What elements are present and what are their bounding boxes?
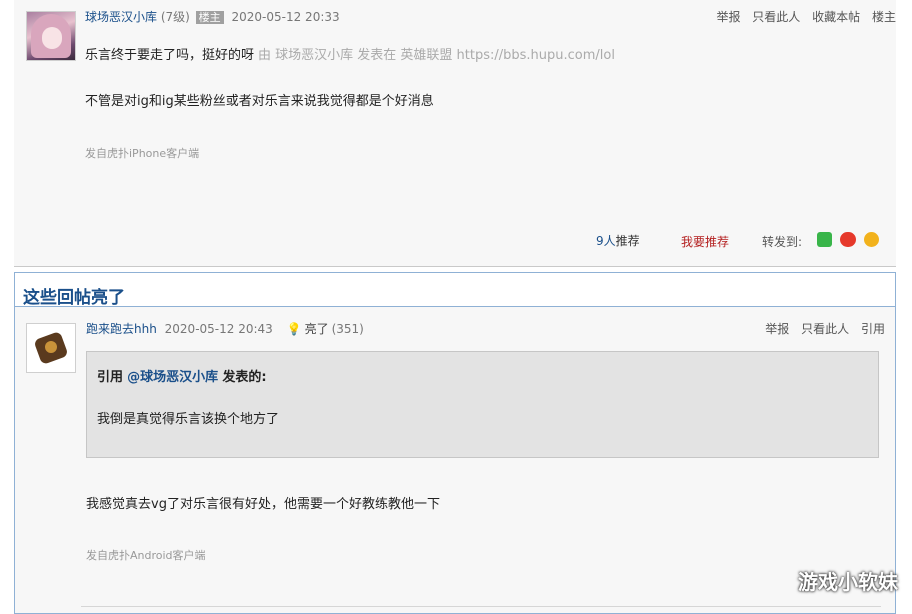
avatar-item-detail — [45, 341, 57, 353]
quote-user-link[interactable]: @球场恶汉小库 — [127, 370, 218, 385]
highlights-title: 这些回帖亮了 — [23, 288, 125, 308]
qzone-icon[interactable] — [863, 232, 879, 247]
post-actions: 举报 只看此人 收藏本帖 楼主 — [708, 8, 896, 25]
watermark: 游戏小软妹 — [798, 570, 898, 594]
quote-body: 我倒是真觉得乐言该换个地方了 — [97, 412, 280, 427]
avatar-face — [42, 27, 62, 49]
post-meta: 球场恶汉小库 (7级) 楼主 2020-05-12 20:33 — [85, 8, 340, 25]
favorite-link[interactable]: 收藏本帖 — [812, 10, 860, 24]
only-this-user-link[interactable]: 只看此人 — [752, 10, 800, 24]
reply-author-avatar[interactable] — [26, 323, 76, 373]
quote-header: 引用 @球场恶汉小库 发表的: — [97, 366, 267, 385]
want-recommend-button[interactable]: 我要推荐 — [681, 233, 729, 250]
reply-report-link[interactable]: 举报 — [765, 322, 789, 336]
quote-suffix: 发表的: — [222, 370, 267, 385]
recommend-count[interactable]: 9人推荐 — [596, 232, 640, 249]
reply-only-this-user-link[interactable]: 只看此人 — [801, 322, 849, 336]
report-link[interactable]: 举报 — [716, 10, 740, 24]
floor-label: 楼主 — [871, 10, 896, 24]
share-icons — [817, 232, 883, 247]
light-label: 亮了 — [304, 322, 329, 336]
reply-device: 发自虎扑Android客户端 — [86, 549, 206, 562]
reply-body: 我感觉真去vg了对乐言很有好处，他需要一个好教练教他一下 — [86, 497, 440, 512]
reply-date: 2020-05-12 20:43 — [164, 322, 273, 336]
highlights-header: 这些回帖亮了 — [15, 273, 895, 308]
divider — [81, 606, 881, 607]
post-body: 不管是对ig和ig某些粉丝或者对乐言来说我觉得都是个好消息 — [85, 94, 434, 109]
reply-author-link[interactable]: 跑来跑去hhh — [86, 322, 157, 336]
post-date: 2020-05-12 20:33 — [231, 10, 340, 24]
quote-prefix: 引用 — [97, 370, 124, 385]
recommend-number: 9人 — [596, 234, 616, 248]
quote-block: 引用 @球场恶汉小库 发表的: 我倒是真觉得乐言该换个地方了 — [86, 351, 879, 458]
author-avatar[interactable] — [26, 11, 76, 61]
author-link[interactable]: 球场恶汉小库 — [85, 10, 157, 24]
owner-badge: 楼主 — [195, 11, 224, 24]
post-title: 乐言终于要走了吗，挺好的呀 — [85, 48, 255, 63]
reply-meta: 跑来跑去hhh 2020-05-12 20:43 💡 亮了 (351) — [86, 320, 364, 337]
post-device: 发自虎扑iPhone客户端 — [85, 147, 200, 160]
highlighted-replies: 这些回帖亮了 跑来跑去hhh 2020-05-12 20:43 💡 亮了 (351)… — [14, 272, 896, 614]
wechat-icon[interactable] — [817, 232, 832, 247]
reply-quote-link[interactable]: 引用 — [861, 322, 885, 336]
lightbulb-icon: 💡 — [286, 322, 302, 336]
post-title-line: 乐言终于要走了吗，挺好的呀由 球场恶汉小库 发表在 英雄联盟 https://b… — [85, 44, 615, 63]
light-count: (351) — [331, 322, 364, 336]
author-level: (7级) — [160, 10, 190, 24]
weibo-icon[interactable] — [839, 232, 856, 247]
post-source: 由 球场恶汉小库 发表在 英雄联盟 https://bbs.hupu.com/l… — [258, 48, 615, 63]
reply-actions: 举报 只看此人 引用 — [757, 320, 885, 337]
main-post: 球场恶汉小库 (7级) 楼主 2020-05-12 20:33 举报 只看此人 … — [14, 0, 896, 267]
recommend-label: 推荐 — [615, 234, 640, 248]
share-label: 转发到: — [762, 235, 803, 249]
light-button[interactable]: 💡 亮了 (351) — [287, 322, 364, 336]
